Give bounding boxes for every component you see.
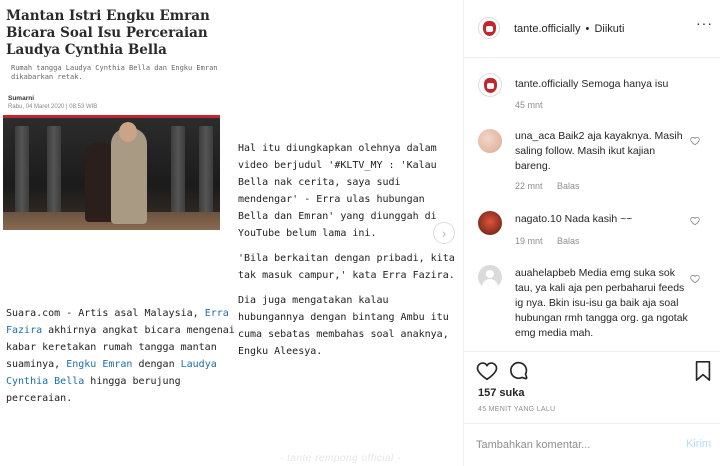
article-left-column: Suara.com - Artis asal Malaysia, Erra Fa…: [6, 305, 236, 407]
article-author: Sumarni: [8, 95, 35, 102]
more-options-icon[interactable]: ···: [696, 15, 713, 31]
comment-text: auahelapbeb Media emg suka sok tau, ya k…: [515, 266, 690, 341]
post-header: tante.officially • Diikuti ···: [464, 0, 720, 58]
like-heart-icon[interactable]: [476, 360, 498, 382]
post-comment-button[interactable]: Kirim: [686, 438, 711, 450]
post-image: Mantan Istri Engku Emran Bicara Soal Isu…: [0, 0, 463, 466]
article-paragraph: Hal itu diungkapkan olehnya dalam video …: [238, 143, 437, 239]
header-user: tante.officially • Diikuti: [514, 23, 624, 35]
article-title: Mantan Istri Engku Emran Bicara Soal Isu…: [6, 8, 210, 58]
watermark: - tante rempong official -: [280, 453, 401, 464]
avatar[interactable]: [478, 265, 502, 289]
comment-time[interactable]: 22 mnt: [515, 181, 543, 191]
article-paragraph: Dia juga mengatakan kalau hubungannya de…: [238, 295, 449, 357]
separator-dot: •: [585, 23, 590, 35]
article-right-column: Hal itu diungkapkan olehnya dalam video …: [238, 140, 456, 368]
post-actions: 157 suka 45 MENIT YANG LALU: [464, 351, 720, 431]
like-comment-heart-icon[interactable]: [690, 274, 700, 284]
avatar[interactable]: [478, 129, 502, 153]
comment-username[interactable]: tante.officially: [515, 78, 578, 90]
comment-text: nagato.10 Nada kasih ~~: [515, 212, 690, 227]
post-side-panel: tante.officially • Diikuti ··· tante.off…: [463, 0, 720, 466]
add-comment-bar: Kirim: [464, 423, 720, 466]
comment-meta: 22 mnt Balas: [515, 181, 580, 191]
comment-body: Nada kasih ~~: [564, 213, 633, 225]
reply-button[interactable]: Balas: [557, 181, 580, 191]
comment-username[interactable]: auahelapbeb: [515, 267, 576, 279]
next-slide-button[interactable]: ›: [433, 222, 455, 244]
comment-text: tante.officially Semoga hanya isu: [515, 77, 690, 92]
comment-text: una_aca Baik2 aja kayaknya. Masih saling…: [515, 129, 690, 174]
comment-meta: 19 mnt Balas: [515, 236, 580, 246]
bookmark-icon[interactable]: [693, 360, 713, 382]
comment-bubble-icon[interactable]: [508, 360, 530, 382]
comments-list[interactable]: tante.officially Semoga hanya isu 45 mnt…: [464, 59, 720, 351]
article-date: Rabu, 04 Maret 2020 | 08:53 WIB: [8, 104, 98, 110]
follow-status-button[interactable]: Diikuti: [594, 23, 624, 35]
avatar[interactable]: [478, 211, 502, 235]
comment-meta: 45 mnt: [515, 100, 543, 110]
post-timestamp[interactable]: 45 MENIT YANG LALU: [478, 406, 555, 413]
comment-username[interactable]: nagato.10: [515, 213, 562, 225]
article-paragraph: 'Bila berkaitan dengan pribadi, kita tak…: [238, 253, 455, 281]
avatar[interactable]: [478, 17, 500, 39]
article-photo: [3, 118, 220, 230]
chevron-right-icon: ›: [441, 225, 447, 241]
comment-username[interactable]: una_aca: [515, 130, 555, 142]
like-comment-heart-icon[interactable]: [690, 136, 700, 146]
username-link[interactable]: tante.officially: [514, 23, 580, 35]
like-comment-heart-icon[interactable]: [690, 216, 700, 226]
comment-time[interactable]: 19 mnt: [515, 236, 543, 246]
article-link-engku: Engku Emran: [66, 359, 133, 370]
comment-input[interactable]: [476, 436, 666, 454]
article-subtitle: Rumah tangga Laudya Cynthia Bella dan En…: [11, 64, 218, 81]
article-text: Suara.com - Artis asal Malaysia,: [6, 308, 205, 319]
avatar[interactable]: [478, 73, 502, 97]
comment-time[interactable]: 45 mnt: [515, 100, 543, 110]
likes-count[interactable]: 157 suka: [478, 387, 524, 399]
reply-button[interactable]: Balas: [557, 236, 580, 246]
comment-body: Semoga hanya isu: [581, 78, 669, 90]
article-text: dengan: [132, 359, 181, 370]
